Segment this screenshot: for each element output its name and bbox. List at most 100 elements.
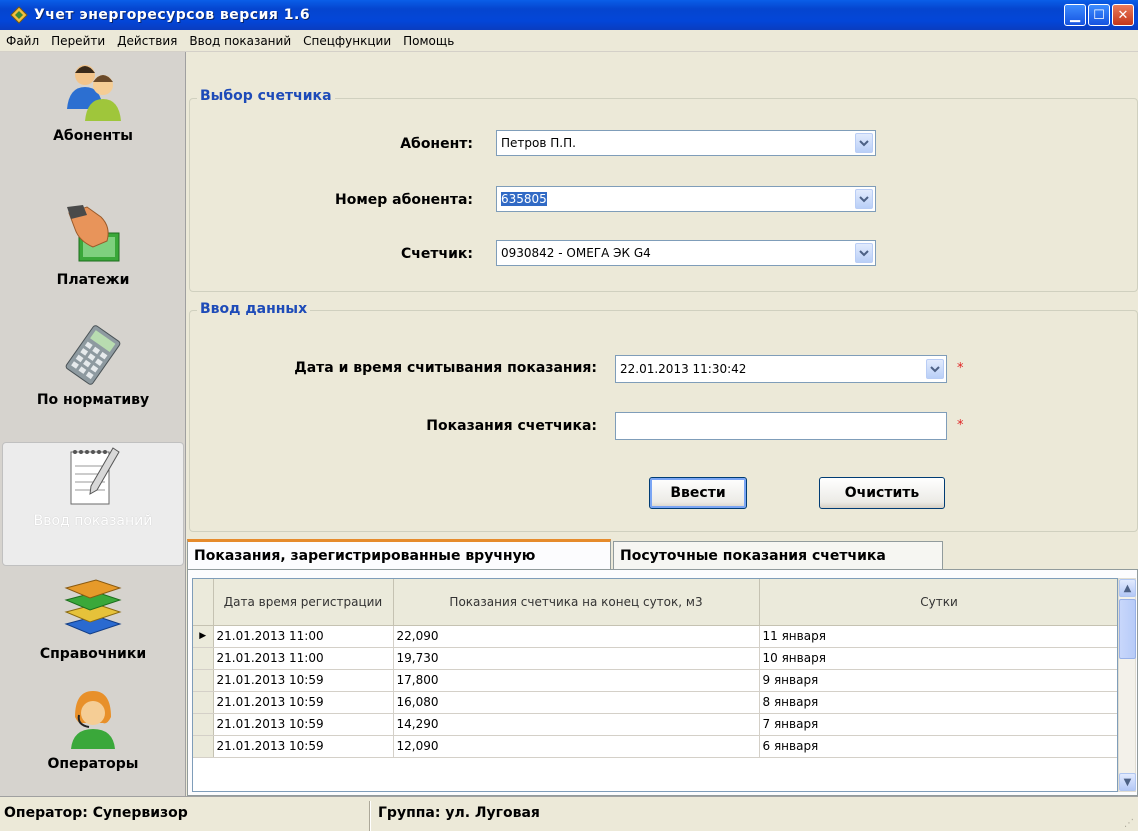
- chevron-down-icon[interactable]: [855, 243, 873, 263]
- menu-navigate[interactable]: Перейти: [45, 34, 111, 48]
- subscriber-number-label: Номер абонента:: [334, 192, 473, 208]
- cell-day: 10 января: [759, 647, 1117, 670]
- resize-grip-icon[interactable]: ⋰: [1124, 818, 1134, 829]
- chevron-down-icon[interactable]: [855, 133, 873, 153]
- cell-reading: 22,090: [393, 625, 760, 648]
- required-mark: *: [957, 361, 964, 376]
- app-icon: [8, 4, 30, 26]
- column-header-reading[interactable]: Показания счетчика на конец суток, м3: [393, 579, 760, 626]
- sidebar-item-operators[interactable]: Операторы: [2, 686, 184, 796]
- menu-special[interactable]: Спецфункции: [297, 34, 397, 48]
- meter-select-title: Выбор счетчика: [197, 88, 335, 104]
- sidebar-item-label: Абоненты: [53, 128, 133, 144]
- meter-combo[interactable]: 0930842 - ОМЕГА ЭК G4: [496, 240, 876, 266]
- scroll-thumb[interactable]: [1119, 599, 1136, 659]
- cell-day: 8 января: [759, 691, 1117, 714]
- row-header: [193, 669, 214, 692]
- meter-value: 0930842 - ОМЕГА ЭК G4: [501, 246, 651, 260]
- minimize-button[interactable]: ▁: [1064, 4, 1086, 26]
- table-row[interactable]: 21.01.2013 10:59 16,080 8 января: [193, 691, 1117, 714]
- row-header-corner: [193, 579, 214, 626]
- scroll-down-button[interactable]: ▼: [1119, 773, 1136, 791]
- maximize-icon: ☐: [1093, 7, 1105, 23]
- datetime-label: Дата и время считывания показания:: [294, 360, 597, 376]
- sidebar-item-references[interactable]: Справочники: [2, 576, 184, 696]
- submit-button[interactable]: Ввести: [649, 477, 747, 509]
- notepad-pencil-icon: [60, 443, 126, 509]
- chevron-up-icon: ▲: [1123, 582, 1132, 594]
- datetime-picker[interactable]: 22.01.2013 11:30:42: [615, 355, 947, 383]
- cell-reading: 14,290: [393, 713, 760, 736]
- chevron-down-icon[interactable]: [855, 189, 873, 209]
- maximize-button[interactable]: ☐: [1088, 4, 1110, 26]
- subscriber-label: Абонент:: [400, 136, 473, 152]
- table-row[interactable]: 21.01.2013 10:59 14,290 7 января: [193, 713, 1117, 736]
- cell-registered: 21.01.2013 10:59: [213, 713, 394, 736]
- tab-panel: Дата время регистрации Показания счетчик…: [187, 569, 1138, 796]
- sidebar-item-label: Платежи: [56, 272, 130, 288]
- cell-reading: 16,080: [393, 691, 760, 714]
- users-icon: [60, 58, 126, 124]
- status-group: Группа: ул. Луговая: [378, 805, 540, 821]
- column-header-day[interactable]: Сутки: [759, 579, 1117, 626]
- tab-strip: Показания, зарегистрированные вручную По…: [187, 539, 1138, 569]
- status-divider: [369, 801, 371, 831]
- subscriber-number-value: 635805: [501, 192, 547, 206]
- row-header: [193, 735, 214, 758]
- sidebar-item-label: Ввод показаний: [33, 513, 153, 529]
- row-header: [193, 713, 214, 736]
- menu-readings[interactable]: Ввод показаний: [183, 34, 297, 48]
- calculator-icon: [60, 322, 126, 388]
- row-pointer-icon: ▶: [193, 625, 214, 648]
- table-row[interactable]: 21.01.2013 10:59 17,800 9 января: [193, 669, 1117, 692]
- menu-file[interactable]: Файл: [0, 34, 45, 48]
- tab-daily-readings[interactable]: Посуточные показания счетчика: [613, 541, 943, 569]
- status-bar: Оператор: Супервизор Группа: ул. Луговая…: [0, 796, 1138, 831]
- cell-day: 9 января: [759, 669, 1117, 692]
- cell-day: 11 января: [759, 625, 1117, 648]
- operator-headset-icon: [60, 686, 126, 752]
- cell-registered: 21.01.2013 11:00: [213, 647, 394, 670]
- menu-bar: Файл Перейти Действия Ввод показаний Спе…: [0, 30, 1138, 52]
- main-content: Выбор счетчика Абонент: Петров П.П. Номе…: [187, 52, 1138, 796]
- table-row[interactable]: 21.01.2013 10:59 12,090 6 января: [193, 735, 1117, 758]
- sidebar-item-subscribers[interactable]: Абоненты: [2, 58, 184, 182]
- tab-manual-readings[interactable]: Показания, зарегистрированные вручную: [187, 539, 611, 569]
- column-header-registered[interactable]: Дата время регистрации: [213, 579, 394, 626]
- chevron-down-icon: ▼: [1123, 776, 1132, 788]
- cell-reading: 17,800: [393, 669, 760, 692]
- sidebar-item-readings[interactable]: Ввод показаний: [2, 442, 184, 566]
- scroll-up-button[interactable]: ▲: [1119, 579, 1136, 597]
- payment-hand-icon: [60, 202, 126, 268]
- close-icon: ✕: [1117, 7, 1129, 23]
- table-row[interactable]: 21.01.2013 11:00 19,730 10 января: [193, 647, 1117, 670]
- menu-help[interactable]: Помощь: [397, 34, 460, 48]
- clear-button[interactable]: Очистить: [819, 477, 945, 509]
- chevron-down-icon[interactable]: [926, 359, 944, 379]
- subscriber-combo[interactable]: Петров П.П.: [496, 130, 876, 156]
- sidebar-item-by-norm[interactable]: По нормативу: [2, 322, 184, 440]
- close-button[interactable]: ✕: [1112, 4, 1134, 26]
- reading-label: Показания счетчика:: [426, 418, 597, 434]
- row-header: [193, 647, 214, 670]
- readings-grid: Дата время регистрации Показания счетчик…: [192, 578, 1118, 792]
- sidebar-item-label: Операторы: [47, 756, 139, 772]
- data-entry-title: Ввод данных: [197, 301, 311, 317]
- cell-registered: 21.01.2013 11:00: [213, 625, 394, 648]
- menu-actions[interactable]: Действия: [111, 34, 183, 48]
- subscriber-number-combo[interactable]: 635805: [496, 186, 876, 212]
- cell-registered: 21.01.2013 10:59: [213, 669, 394, 692]
- row-header: [193, 691, 214, 714]
- grid-vertical-scrollbar[interactable]: ▲ ▼: [1118, 578, 1136, 792]
- subscriber-value: Петров П.П.: [501, 136, 576, 150]
- table-row[interactable]: ▶ 21.01.2013 11:00 22,090 11 января: [193, 625, 1117, 648]
- datetime-value: 22.01.2013 11:30:42: [620, 362, 747, 376]
- sidebar-item-payments[interactable]: Платежи: [2, 202, 184, 314]
- cell-reading: 19,730: [393, 647, 760, 670]
- reading-input[interactable]: [615, 412, 947, 440]
- sidebar: Абоненты Платежи По нормативу Ввод показ…: [0, 52, 186, 796]
- window-title: Учет энергоресурсов версия 1.6: [34, 7, 311, 23]
- meter-label: Счетчик:: [400, 246, 473, 262]
- cell-reading: 12,090: [393, 735, 760, 758]
- sidebar-item-label: Справочники: [39, 646, 147, 662]
